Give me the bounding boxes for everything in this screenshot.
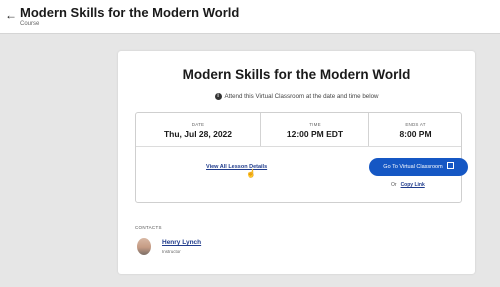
page-subtitle: Course — [20, 21, 40, 27]
hand-cursor-icon: ☝ — [246, 169, 256, 178]
copy-link[interactable]: Copy Link — [401, 182, 425, 188]
contact-role: Instructor — [162, 249, 181, 254]
attend-note: i Attend this Virtual Classroom at the da… — [118, 93, 475, 100]
go-to-virtual-classroom-button[interactable]: Go To Virtual Classroom — [369, 158, 468, 176]
info-icon: i — [214, 93, 222, 100]
or-text: Or — [391, 182, 397, 188]
course-title: Modern Skills for the Modern World — [182, 67, 411, 82]
back-arrow-icon[interactable]: ← — [4, 8, 18, 22]
ends-at-label: ENDS AT — [405, 122, 426, 127]
time-column: TIME 12:00 PM EDT — [260, 113, 369, 146]
date-value: Thu, Jul 28, 2022 — [163, 129, 233, 139]
time-value: 12:00 PM EDT — [286, 129, 344, 139]
external-link-icon — [446, 162, 454, 170]
ends-at-value: 8:00 PM — [399, 129, 432, 139]
date-label: DATE — [191, 122, 205, 127]
attend-note-text: Attend this Virtual Classroom at the dat… — [224, 93, 379, 100]
top-bar: ← Modern Skills for the Modern World Cou… — [0, 0, 500, 34]
course-card: Modern Skills for the Modern World i Atte… — [118, 51, 475, 274]
or-copy-row: Or Copy Link — [391, 182, 425, 188]
avatar — [137, 238, 151, 255]
contacts-label: CONTACTS — [135, 225, 162, 230]
view-lesson-details-link[interactable]: View All Lesson Details — [206, 164, 267, 170]
schedule-box: DATE Thu, Jul 28, 2022 TIME 12:00 PM EDT… — [135, 112, 468, 203]
contact-name[interactable]: Henry Lynch — [162, 239, 201, 246]
page-title: Modern Skills for the Modern World — [20, 5, 240, 20]
schedule-row: DATE Thu, Jul 28, 2022 TIME 12:00 PM EDT… — [136, 113, 461, 147]
time-label: TIME — [309, 122, 321, 127]
date-column: DATE Thu, Jul 28, 2022 — [136, 113, 260, 146]
ends-at-column: ENDS AT 8:00 PM — [368, 113, 462, 146]
virtual-classroom-button-label: Go To Virtual Classroom — [383, 164, 443, 170]
